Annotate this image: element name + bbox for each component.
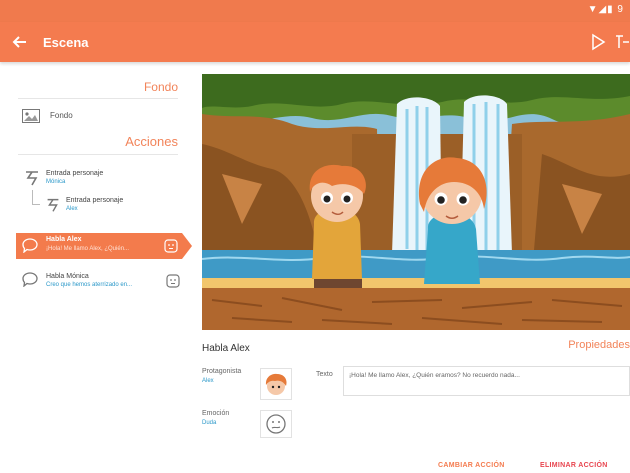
status-icons: ▼◢▮ 9 bbox=[587, 4, 624, 15]
speech-bubble-icon bbox=[22, 238, 38, 253]
emotion-label: Emoción bbox=[202, 410, 230, 417]
divider bbox=[18, 154, 178, 155]
character-face-icon[interactable] bbox=[166, 274, 180, 288]
avatar bbox=[265, 373, 287, 395]
scene-preview bbox=[202, 74, 630, 330]
list-item[interactable]: Entrada personaje Alex bbox=[66, 197, 123, 212]
action-subtitle: ¡Hola! Me llamo Alex, ¿Quién... bbox=[46, 246, 130, 252]
dialogue-text-field[interactable]: ¡Hola! Me llamo Alex, ¿Quién eramos? No … bbox=[343, 366, 630, 396]
character-entry-icon bbox=[47, 198, 59, 212]
protagonist-value[interactable]: Alex bbox=[202, 378, 214, 384]
character-entry-icon bbox=[26, 171, 38, 186]
delete-action-button[interactable]: ELIMINAR ACCIÓN bbox=[540, 462, 608, 469]
fondo-header: Fondo bbox=[143, 80, 178, 94]
action-subtitle: Creo que hemos aterrizado en... bbox=[46, 282, 133, 288]
emotion-value[interactable]: Duda bbox=[202, 420, 216, 426]
doubt-face-icon bbox=[266, 414, 286, 434]
action-title: Entrada personaje bbox=[66, 197, 124, 204]
character-face-icon[interactable] bbox=[164, 239, 178, 253]
app-bar: Escena bbox=[0, 22, 630, 62]
protagonist-avatar[interactable] bbox=[260, 368, 292, 400]
fondo-item[interactable]: Fondo bbox=[50, 111, 73, 120]
action-title: Habla Alex bbox=[46, 236, 82, 243]
play-icon[interactable] bbox=[590, 33, 606, 51]
image-icon bbox=[22, 109, 40, 123]
page-title: Escena bbox=[43, 35, 89, 50]
change-action-button[interactable]: CAMBIAR ACCIÓN bbox=[438, 462, 505, 469]
status-bar: ▼◢▮ 9 bbox=[0, 0, 630, 22]
tree-connector bbox=[32, 204, 40, 205]
acciones-header: Acciones bbox=[125, 134, 178, 149]
speech-bubble-icon bbox=[22, 272, 38, 287]
back-arrow-icon[interactable] bbox=[10, 32, 30, 52]
action-subtitle: Alex bbox=[66, 206, 78, 212]
protagonist-label: Protagonista bbox=[202, 368, 242, 375]
emotion-selector[interactable] bbox=[260, 410, 292, 438]
text-label: Texto bbox=[316, 371, 333, 378]
list-item[interactable]: Habla Mónica Creo que hemos aterrizado e… bbox=[46, 273, 132, 288]
properties-title: Propiedades bbox=[568, 339, 630, 351]
action-subtitle: Mónica bbox=[46, 179, 66, 185]
action-title: Habla Mónica bbox=[46, 273, 89, 280]
list-item-selected[interactable]: Habla Alex ¡Hola! Me llamo Alex, ¿Quién.… bbox=[16, 233, 182, 259]
character-alex bbox=[309, 164, 366, 288]
extra-icon[interactable] bbox=[613, 33, 630, 51]
list-item[interactable]: Entrada personaje Mónica bbox=[46, 170, 103, 185]
divider bbox=[18, 98, 178, 99]
action-title: Entrada personaje bbox=[46, 170, 104, 177]
tree-connector bbox=[32, 190, 33, 204]
action-heading: Habla Alex bbox=[202, 343, 250, 354]
selection-arrow bbox=[182, 233, 192, 259]
properties-header: Habla Alex Propiedades bbox=[202, 335, 630, 355]
